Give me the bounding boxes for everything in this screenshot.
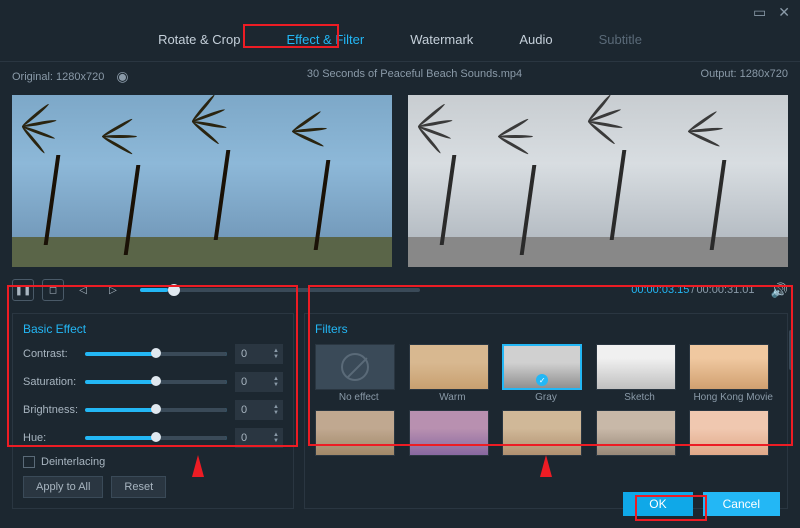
preview-toggle-icon[interactable]: ◉ bbox=[116, 68, 128, 85]
preview-original bbox=[12, 95, 392, 267]
prev-frame-button[interactable]: ◁ bbox=[72, 279, 94, 301]
tab-rotate-crop[interactable]: Rotate & Crop bbox=[150, 28, 248, 51]
contrast-slider[interactable] bbox=[85, 352, 227, 356]
filter-sketch[interactable]: Sketch bbox=[596, 344, 684, 404]
contrast-label: Contrast: bbox=[23, 348, 85, 360]
filter-item[interactable] bbox=[596, 410, 684, 470]
noeffect-icon bbox=[341, 353, 369, 381]
playback-slider[interactable] bbox=[140, 288, 420, 292]
contrast-value[interactable]: 0▲▼ bbox=[235, 344, 283, 364]
tab-subtitle[interactable]: Subtitle bbox=[591, 28, 650, 51]
basic-effect-title: Basic Effect bbox=[23, 322, 283, 336]
original-resolution: Original: 1280x720 bbox=[12, 71, 104, 83]
filter-item[interactable] bbox=[409, 410, 497, 470]
output-resolution: Output: 1280x720 bbox=[701, 68, 788, 85]
pause-button[interactable]: ❚❚ bbox=[12, 279, 34, 301]
ok-button[interactable]: OK bbox=[623, 492, 692, 516]
brightness-slider[interactable] bbox=[85, 408, 227, 412]
reset-button[interactable]: Reset bbox=[111, 476, 166, 498]
deinterlacing-label: Deinterlacing bbox=[41, 456, 105, 468]
next-frame-button[interactable]: ▷ bbox=[102, 279, 124, 301]
close-icon[interactable]: ✕ bbox=[778, 4, 790, 21]
volume-icon[interactable]: 🔊 bbox=[771, 282, 788, 299]
scrollbar[interactable] bbox=[789, 330, 793, 370]
deinterlacing-checkbox[interactable] bbox=[23, 456, 35, 468]
basic-effect-panel: Basic Effect Contrast: 0▲▼ Saturation: 0… bbox=[12, 313, 294, 509]
time-current: 00:00:03.15 bbox=[631, 284, 689, 296]
saturation-slider[interactable] bbox=[85, 380, 227, 384]
saturation-label: Saturation: bbox=[23, 376, 85, 388]
tab-audio[interactable]: Audio bbox=[511, 28, 560, 51]
filter-gray[interactable]: ✓ Gray bbox=[502, 344, 590, 404]
hue-slider[interactable] bbox=[85, 436, 227, 440]
saturation-value[interactable]: 0▲▼ bbox=[235, 372, 283, 392]
check-icon: ✓ bbox=[536, 374, 548, 386]
filename-label: 30 Seconds of Peaceful Beach Sounds.mp4 bbox=[307, 68, 522, 85]
tab-watermark[interactable]: Watermark bbox=[402, 28, 481, 51]
tab-effect-filter[interactable]: Effect & Filter bbox=[278, 28, 372, 51]
filter-item[interactable] bbox=[689, 410, 777, 470]
filter-item[interactable] bbox=[315, 410, 403, 470]
filter-hongkong[interactable]: Hong Kong Movie bbox=[689, 344, 777, 404]
brightness-label: Brightness: bbox=[23, 404, 85, 416]
annotation-arrow bbox=[192, 455, 204, 477]
tab-bar: Rotate & Crop Effect & Filter Watermark … bbox=[0, 0, 800, 62]
brightness-value[interactable]: 0▲▼ bbox=[235, 400, 283, 420]
time-separator: / bbox=[691, 284, 694, 296]
annotation-arrow bbox=[540, 455, 552, 477]
filters-title: Filters bbox=[315, 322, 777, 336]
info-bar: Original: 1280x720 ◉ 30 Seconds of Peace… bbox=[0, 62, 800, 91]
filter-noeffect[interactable]: No effect bbox=[315, 344, 403, 404]
hue-label: Hue: bbox=[23, 432, 85, 444]
cancel-button[interactable]: Cancel bbox=[703, 492, 780, 516]
stop-button[interactable]: ◻ bbox=[42, 279, 64, 301]
minimize-icon[interactable]: ▭ bbox=[753, 4, 766, 21]
filters-panel: Filters No effect Warm ✓ Gray Sketch Hon… bbox=[304, 313, 788, 509]
filter-warm[interactable]: Warm bbox=[409, 344, 497, 404]
preview-filtered bbox=[408, 95, 788, 267]
time-total: 00:00:31.01 bbox=[696, 284, 754, 296]
hue-value[interactable]: 0▲▼ bbox=[235, 428, 283, 448]
apply-to-all-button[interactable]: Apply to All bbox=[23, 476, 103, 498]
